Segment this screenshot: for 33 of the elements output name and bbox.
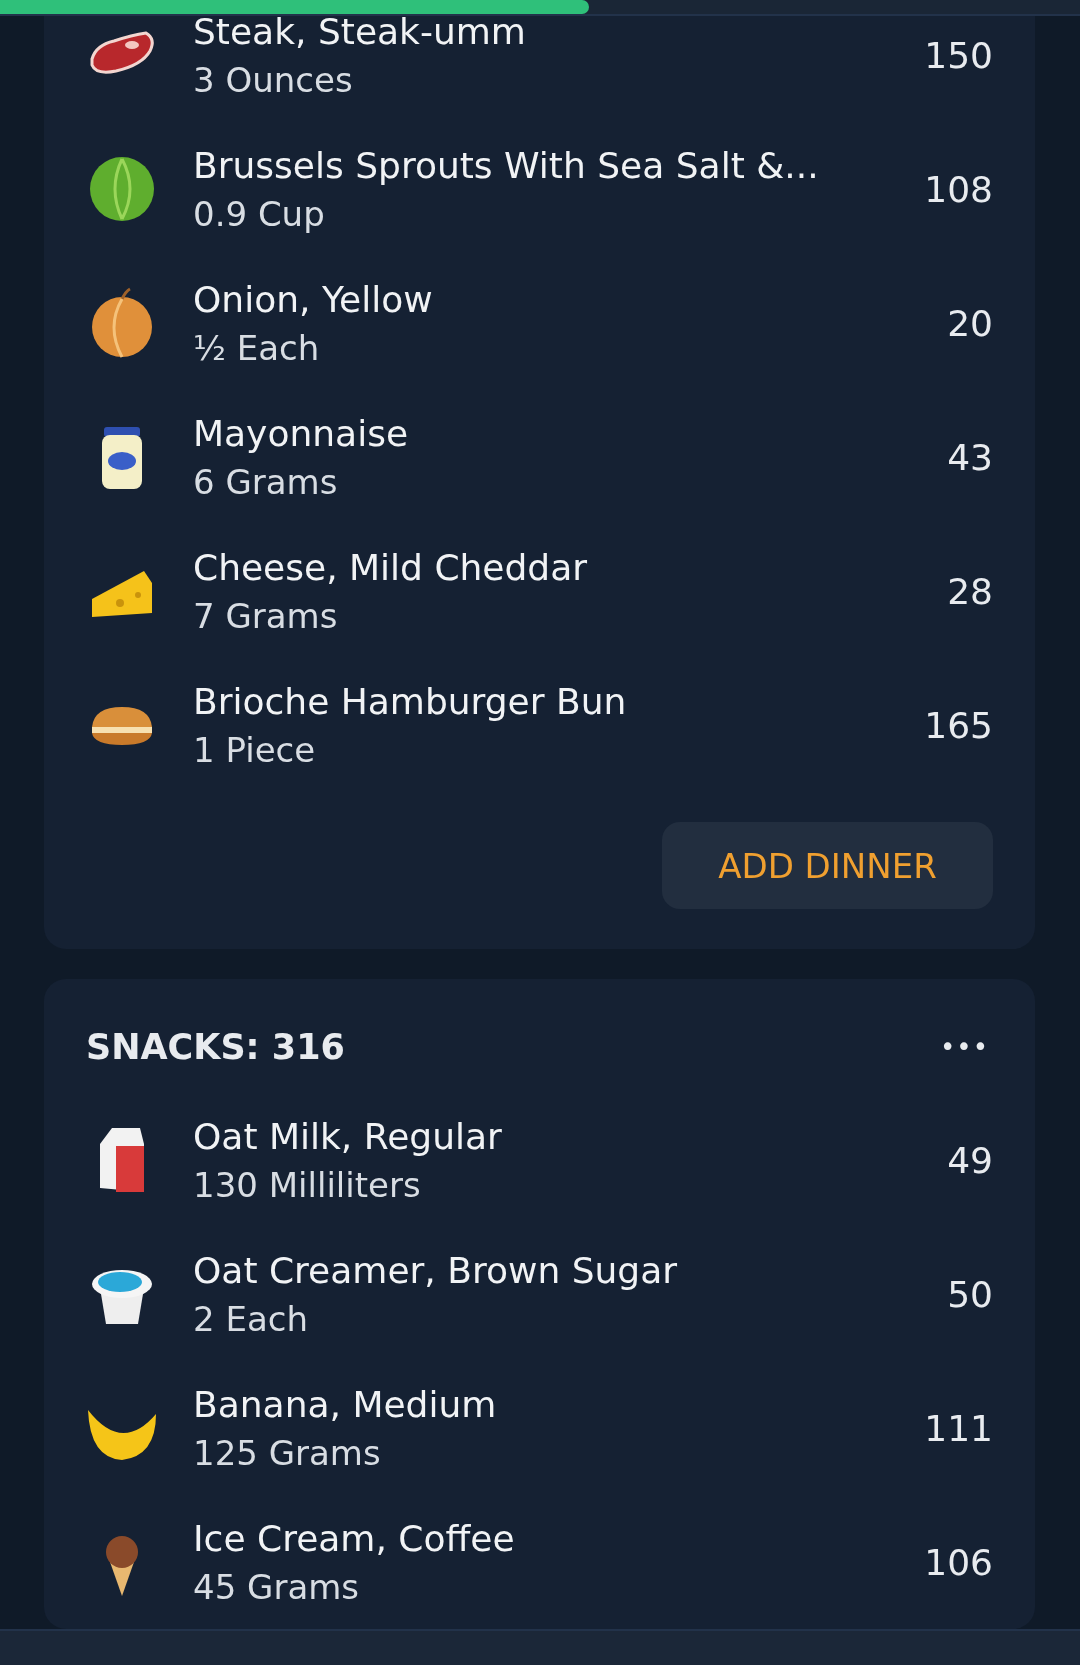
food-name: Brioche Hamburger Bun bbox=[193, 680, 628, 722]
food-calories: 106 bbox=[924, 1541, 993, 1583]
food-name: Mayonnaise bbox=[193, 412, 410, 454]
food-calories: 28 bbox=[947, 570, 993, 612]
food-amount: 2 Each bbox=[193, 1298, 309, 1339]
food-name: Onion, Yellow bbox=[193, 278, 434, 320]
food-amount: 45 Grams bbox=[193, 1566, 361, 1607]
food-amount: 130 Milliliters bbox=[193, 1164, 422, 1205]
food-amount: 6 Grams bbox=[193, 461, 339, 502]
food-calories: 150 bbox=[924, 34, 993, 76]
food-calories: 50 bbox=[947, 1273, 993, 1315]
food-name: Steak, Steak-umm bbox=[193, 10, 527, 52]
food-calories: 165 bbox=[924, 704, 993, 746]
food-name: Brussels Sprouts With Sea Salt &... bbox=[193, 144, 820, 186]
food-calories: 43 bbox=[947, 436, 993, 478]
food-amount: ½ Each bbox=[193, 327, 321, 368]
meal-title: SNACKS: 316 bbox=[86, 1027, 345, 1067]
food-amount: 7 Grams bbox=[193, 595, 339, 636]
more-button[interactable]: ••• bbox=[936, 1032, 993, 1062]
food-amount: 3 Ounces bbox=[193, 59, 354, 100]
food-name: Ice Cream, Coffee bbox=[193, 1517, 516, 1559]
food-name: Oat Milk, Regular bbox=[193, 1115, 503, 1157]
food-name: Cheese, Mild Cheddar bbox=[193, 546, 589, 588]
food-calories: 111 bbox=[924, 1407, 993, 1449]
food-calories: 49 bbox=[947, 1139, 993, 1181]
food-calories: 20 bbox=[947, 302, 993, 344]
food-amount: 1 Piece bbox=[193, 729, 317, 770]
food-amount: 125 Grams bbox=[193, 1432, 382, 1473]
add-dinner-button[interactable]: ADD DINNER bbox=[662, 822, 993, 909]
food-amount: 0.9 Cup bbox=[193, 193, 326, 234]
food-name: Oat Creamer, Brown Sugar bbox=[193, 1249, 679, 1291]
food-calories: 108 bbox=[924, 168, 993, 210]
food-name: Banana, Medium bbox=[193, 1383, 498, 1425]
